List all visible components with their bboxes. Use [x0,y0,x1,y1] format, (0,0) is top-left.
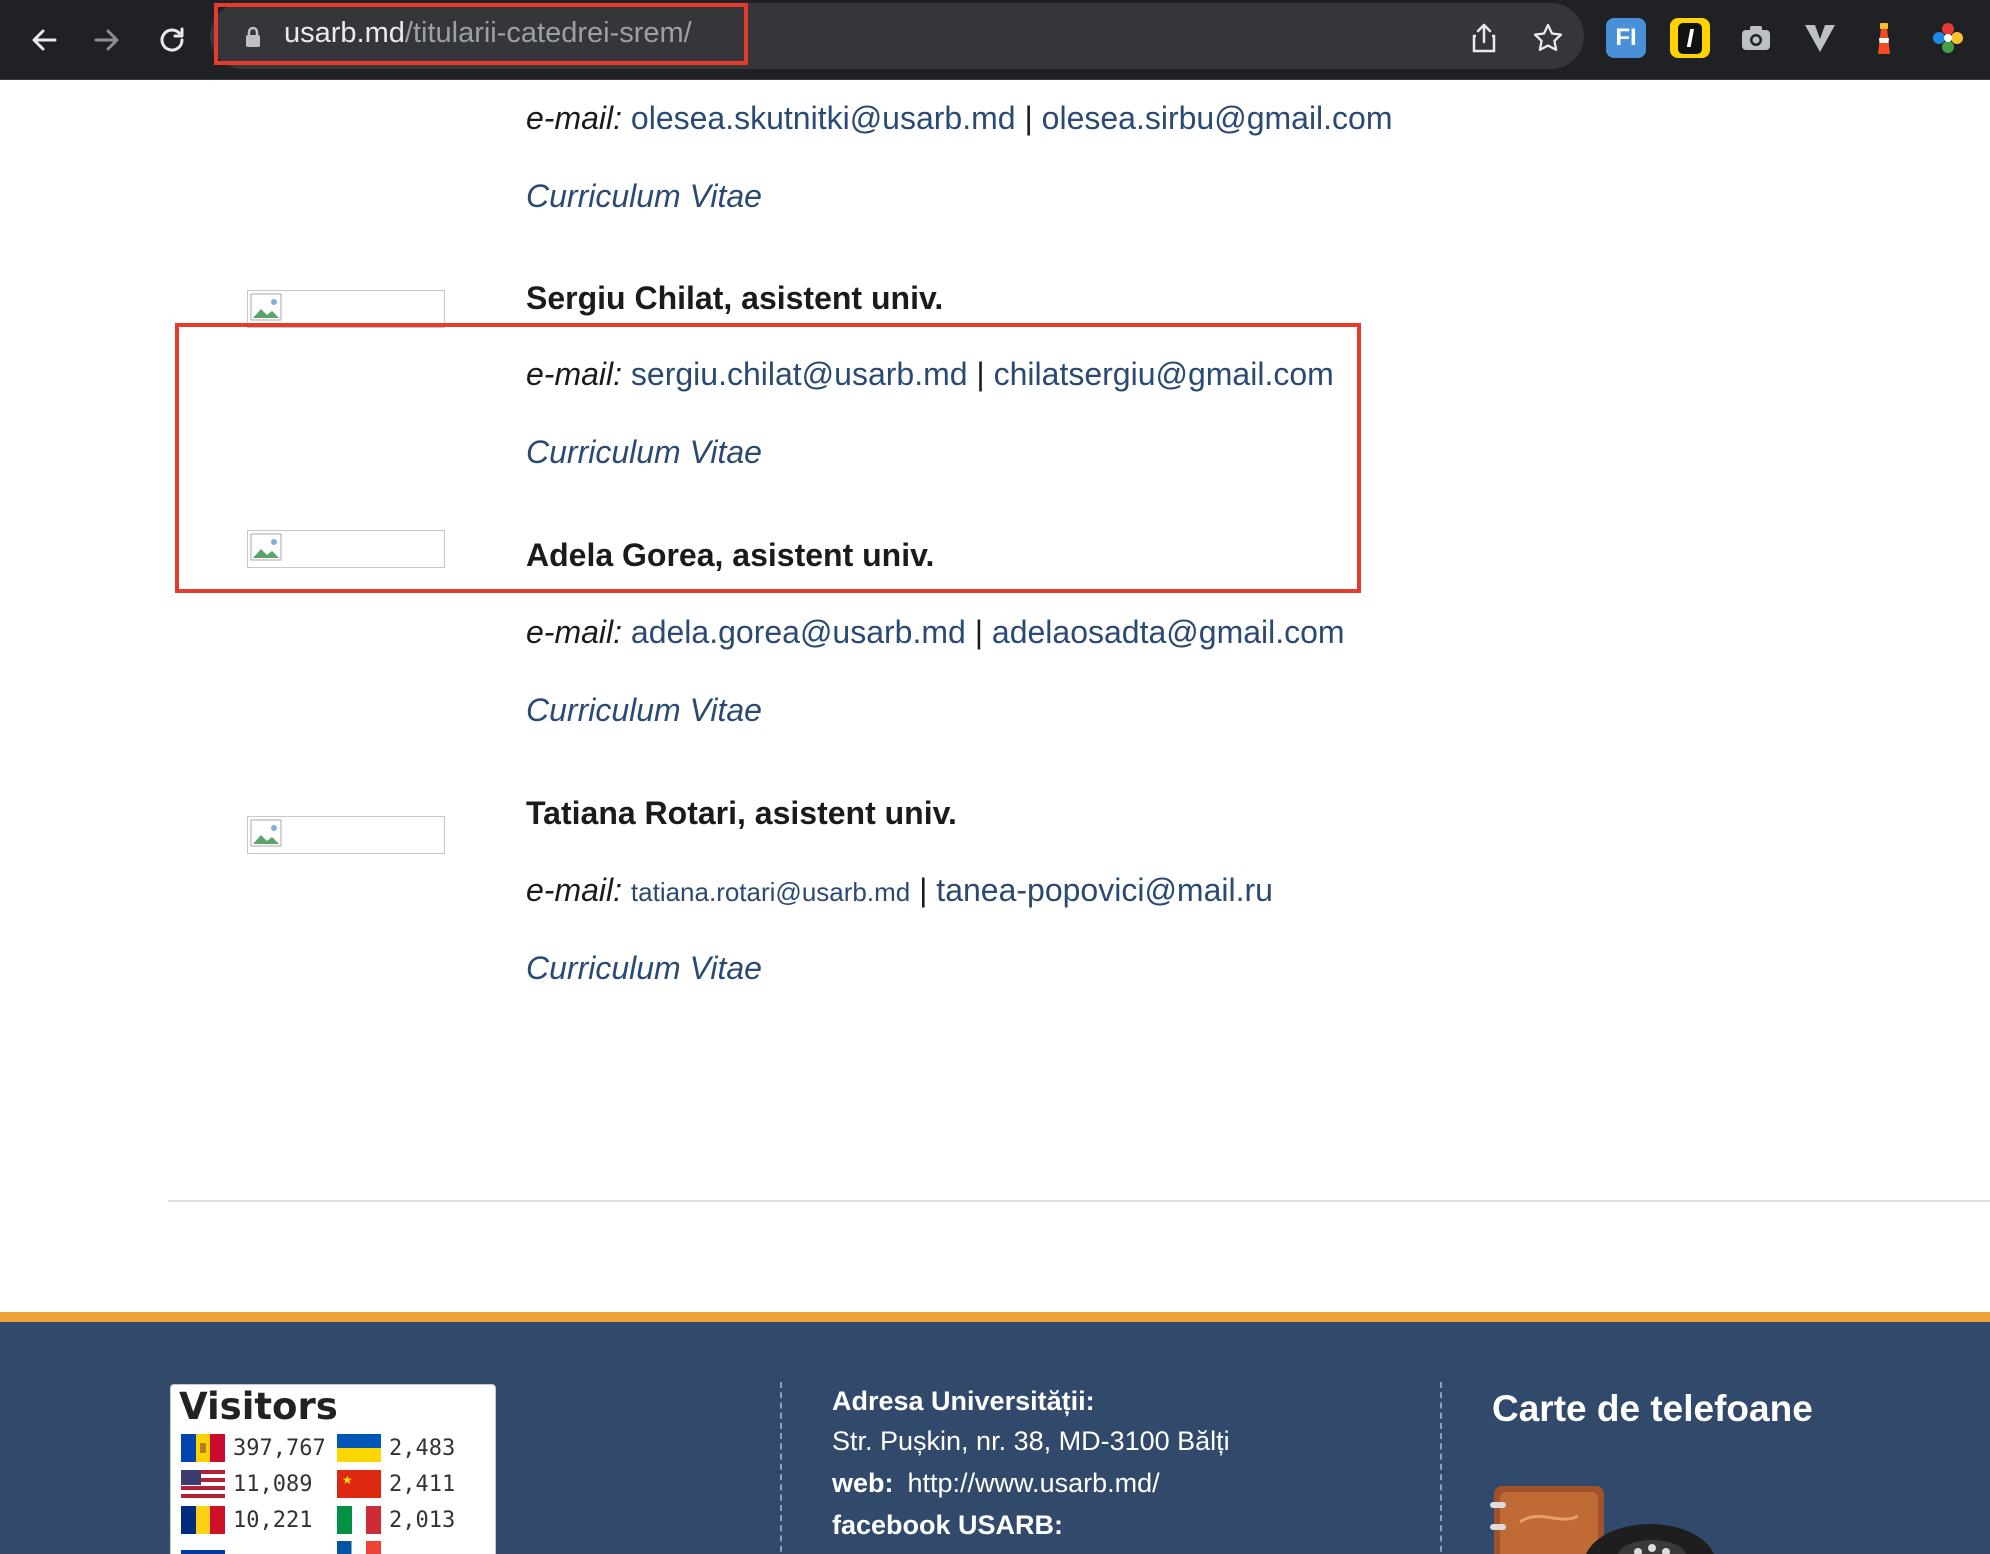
person-email-line: e-mail: tatiana.rotari@usarb.md | tanea-… [526,872,1273,909]
color-picker-extension-icon[interactable] [1928,18,1968,58]
cv-link[interactable]: Curriculum Vitae [526,178,762,215]
visitors-widget[interactable]: Visitors 397,767 2,483 11,089 ★ 2,411 10… [170,1384,496,1554]
email-link[interactable]: adela.gorea@usarb.md [631,614,966,650]
web-line: web: http://www.usarb.md/ [832,1468,1160,1499]
arrow-left-icon [32,29,57,51]
email-link[interactable]: adelaosadta@gmail.com [992,614,1345,650]
url-highlight-box [214,3,748,65]
email-separator: | [974,614,984,650]
visitors-row: ★ 2,411 [337,1469,455,1499]
visitors-row: 2,013 [337,1505,455,1535]
browser-toolbar: usarb.md/titularii-catedrei-srem/ FI I [0,0,1990,80]
visitors-row: 11,089 [181,1469,312,1499]
email-link[interactable]: tanea-popovici@mail.ru [936,872,1273,908]
footer-accent-bar [0,1312,1990,1322]
france-flag-icon [337,1541,381,1554]
person-name: Sergiu Chilat, asistent univ. [526,280,944,316]
phone-book-title[interactable]: Carte de telefoane [1492,1388,1813,1430]
bookmark-button[interactable] [1530,20,1566,56]
visitor-count: 11,089 [233,1471,313,1497]
china-flag-icon: ★ [337,1470,381,1498]
visitor-count: 10,221 [233,1507,313,1533]
content-divider [168,1200,1990,1202]
v-extension-icon[interactable] [1800,18,1840,58]
visitor-count: 2,411 [389,1471,456,1497]
visitors-row: 10,221 [181,1505,312,1535]
camera-extension-icon[interactable] [1736,18,1776,58]
broken-image-icon [250,533,282,561]
email-label: e-mail: [526,872,623,908]
back-button[interactable] [22,18,66,62]
address-line: Str. Pușkin, nr. 38, MD-3100 Bălți [832,1426,1230,1456]
email-separator: | [1024,100,1033,136]
moldova-flag-icon [181,1434,225,1462]
broken-image-icon [250,819,282,847]
romania-flag-icon [181,1506,225,1534]
cv-link[interactable]: Curriculum Vitae [526,950,762,987]
share-icon [1472,23,1496,53]
facebook-label[interactable]: facebook USARB: [832,1510,1063,1541]
visitors-row: 397,767 [181,1433,326,1463]
i-extension-icon[interactable]: I [1670,18,1710,58]
email-label: e-mail: [526,100,623,136]
person-name: Tatiana Rotari, asistent univ. [526,795,957,831]
cv-link[interactable]: Curriculum Vitae [526,692,762,729]
visitors-row: 2,483 [337,1433,455,1463]
star-icon [1533,23,1563,52]
reload-button[interactable] [150,18,194,62]
address-title: Adresa Universității: [832,1386,1095,1416]
email-link[interactable]: olesea.sirbu@gmail.com [1042,100,1393,136]
share-button[interactable] [1466,20,1502,56]
italy-flag-icon [337,1506,381,1534]
visitor-count: 2,483 [389,1435,456,1461]
russia-flag-icon [181,1541,225,1554]
ukraine-flag-icon [337,1434,381,1462]
usa-flag-icon [181,1470,225,1498]
visitor-count: 397,767 [233,1435,326,1461]
footer-column-divider [780,1382,782,1554]
prev-email-line: e-mail: olesea.skutnitki@usarb.md | oles… [526,100,1393,137]
footer-column-divider [1440,1382,1442,1554]
email-label: e-mail: [526,614,623,650]
person-email-line: e-mail: adela.gorea@usarb.md | adelaosad… [526,614,1345,651]
fi-extension-icon[interactable]: FI [1606,18,1646,58]
arrow-right-icon [94,29,119,51]
broken-image-icon [250,293,282,321]
phone-book-icon[interactable] [1490,1472,1730,1554]
person-photo-broken-image [247,530,445,568]
visitors-title: Visitors [179,1385,338,1428]
person-name: Adela Gorea, asistent univ. [526,537,935,573]
reload-icon [160,27,184,52]
lighthouse-extension-icon[interactable] [1864,18,1904,58]
visitor-count: 2,013 [389,1507,456,1533]
email-separator: | [919,872,928,908]
email-link[interactable]: tatiana.rotari@usarb.md [631,877,910,907]
page-content: e-mail: olesea.skutnitki@usarb.md | oles… [0,80,1990,1310]
web-link[interactable]: http://www.usarb.md/ [908,1468,1160,1498]
footer: Visitors 397,767 2,483 11,089 ★ 2,411 10… [0,1322,1990,1554]
person-photo-broken-image [247,816,445,854]
forward-button[interactable] [85,18,129,62]
email-link[interactable]: olesea.skutnitki@usarb.md [631,100,1016,136]
web-label: web: [832,1468,894,1498]
